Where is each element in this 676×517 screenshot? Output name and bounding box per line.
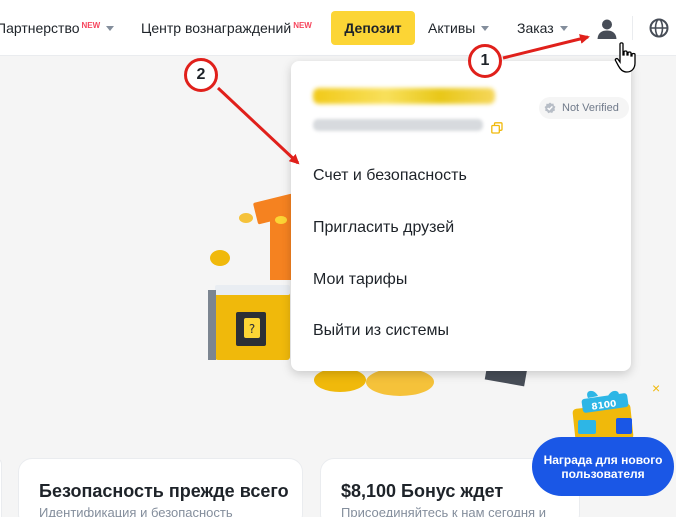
svg-text:?: ? bbox=[249, 322, 255, 336]
nav-divider bbox=[632, 16, 633, 40]
globe-icon[interactable] bbox=[648, 16, 670, 40]
nav-partnership-label: Партнерство bbox=[0, 20, 80, 36]
hand-cursor-icon bbox=[614, 42, 636, 73]
deposit-button[interactable]: Депозит bbox=[331, 11, 415, 45]
verification-status-label: Not Verified bbox=[562, 102, 619, 114]
badge-check-icon bbox=[544, 102, 556, 114]
new-user-reward-button[interactable]: Награда для нового пользователя bbox=[532, 437, 674, 496]
card-security-subtitle: Идентификация и безопасность bbox=[39, 505, 233, 517]
card-bonus-subtitle: Присоединяйтесь к нам сегодня и bbox=[341, 505, 546, 517]
menu-item-my-fees[interactable]: Мои тарифы bbox=[313, 269, 407, 291]
menu-item-account-security[interactable]: Счет и безопасность bbox=[313, 165, 467, 187]
nav-partnership[interactable]: Партнерство NEW bbox=[0, 0, 115, 56]
menu-item-invite-friends[interactable]: Пригласить друзей bbox=[313, 217, 454, 239]
chevron-down-icon bbox=[481, 25, 490, 31]
nav-orders-label: Заказ bbox=[517, 20, 554, 36]
page: Партнерство NEW Центр вознаграждений NEW… bbox=[0, 0, 676, 517]
chevron-down-icon bbox=[106, 25, 115, 31]
card-edge bbox=[0, 458, 2, 517]
nav-rewards-label: Центр вознаграждений bbox=[141, 20, 292, 36]
step-2-marker: 2 bbox=[184, 58, 218, 92]
uid-redacted bbox=[313, 119, 483, 131]
user-icon[interactable] bbox=[594, 16, 620, 42]
verification-status-badge[interactable]: Not Verified bbox=[539, 97, 629, 119]
copy-icon[interactable] bbox=[491, 122, 503, 134]
new-badge: NEW bbox=[81, 20, 101, 30]
account-dropdown: Not Verified Счет и безопасность Приглас… bbox=[291, 61, 631, 371]
top-navigation: Партнерство NEW Центр вознаграждений NEW… bbox=[0, 0, 676, 56]
card-security-title: Безопасность прежде всего bbox=[39, 481, 289, 501]
new-badge: NEW bbox=[293, 20, 312, 30]
menu-item-logout[interactable]: Выйти из системы bbox=[313, 320, 449, 342]
step-1-marker: 1 bbox=[468, 44, 502, 78]
arrow-step-2 bbox=[216, 86, 300, 165]
card-security[interactable]: Безопасность прежде всего Идентификация … bbox=[18, 458, 303, 517]
card-bonus-title: $8,100 Бонус ждет bbox=[341, 481, 504, 501]
nav-rewards-center[interactable]: Центр вознаграждений NEW bbox=[141, 0, 312, 56]
chevron-down-icon bbox=[559, 25, 568, 31]
close-icon[interactable]: × bbox=[652, 380, 660, 396]
nav-orders[interactable]: Заказ bbox=[517, 0, 568, 56]
nav-assets-label: Активы bbox=[428, 20, 476, 36]
email-redacted bbox=[313, 88, 495, 104]
